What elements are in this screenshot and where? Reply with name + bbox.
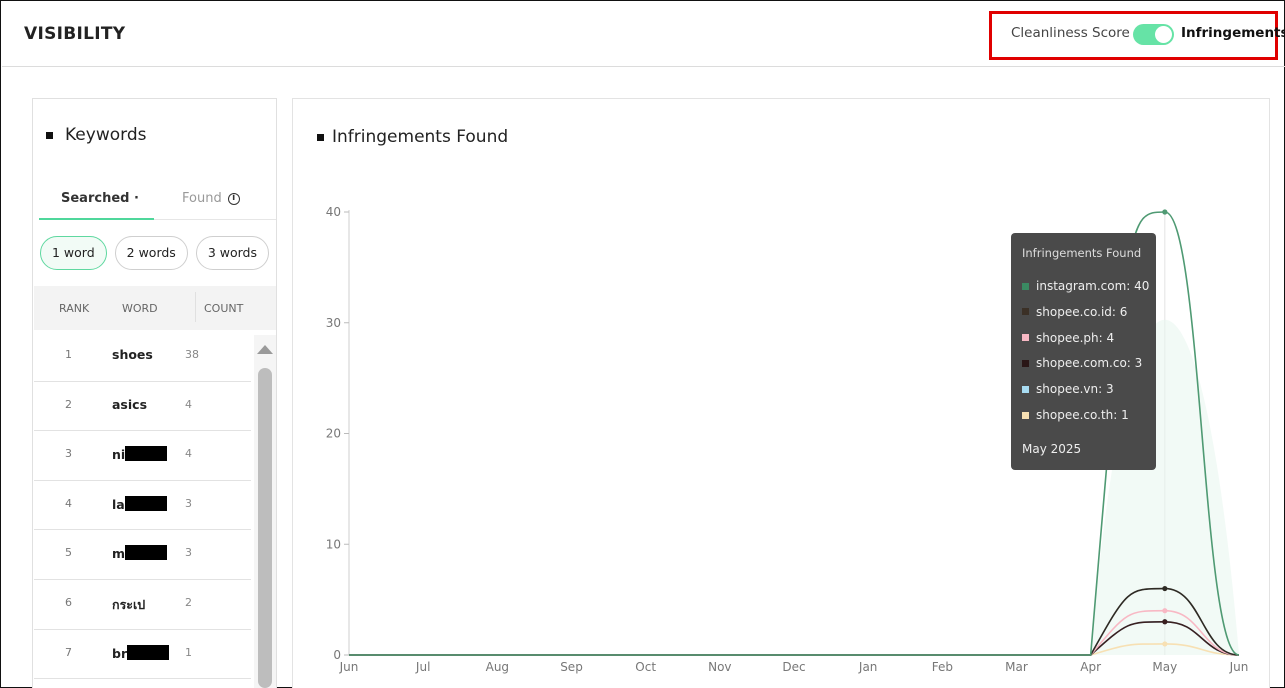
tooltip-item: instagram.com: 40 (1022, 279, 1149, 293)
tooltip-item-label: shopee.vn: 3 (1036, 382, 1114, 397)
series-point-instagram-com (1162, 209, 1168, 215)
x-tick-label: Feb (932, 660, 953, 674)
legend-swatch-icon (1022, 308, 1029, 316)
series-point-shopee-co-id (1162, 585, 1168, 592)
tooltip-item-label: shopee.co.th: 1 (1036, 408, 1129, 422)
x-tick-label: Apr (1080, 660, 1101, 674)
legend-swatch-icon (1022, 359, 1029, 367)
tooltip-item-label: shopee.co.id: 6 (1036, 304, 1128, 319)
tooltip-item: shopee.co.th: 1 (1022, 408, 1129, 422)
chart-tooltip: Infringements Found May 2025 instagram.c… (1011, 233, 1156, 470)
x-tick-label: Oct (635, 660, 656, 674)
y-tick-label: 40 (326, 205, 341, 219)
tooltip-item-label: instagram.com: 40 (1036, 279, 1150, 293)
legend-swatch-icon (1022, 411, 1029, 419)
series-point-shopee-ph (1162, 608, 1168, 614)
x-tick-label: Jun (1229, 660, 1249, 674)
tooltip-item: shopee.ph: 4 (1022, 331, 1114, 345)
y-tick-label: 30 (326, 316, 341, 330)
x-tick-label: Aug (486, 660, 509, 674)
tooltip-item: shopee.co.id: 6 (1022, 305, 1127, 319)
x-tick-label: Jul (415, 660, 430, 674)
x-tick-label: Dec (782, 660, 805, 674)
tooltip-item-label: shopee.ph: 4 (1036, 330, 1115, 345)
app-frame: VISIBILITY Cleanliness Score Infringemen… (0, 0, 1285, 688)
legend-swatch-icon (1022, 385, 1029, 393)
x-tick-label: Nov (708, 660, 731, 674)
x-tick-label: Jun (339, 660, 359, 674)
legend-swatch-icon (1022, 334, 1029, 342)
x-tick-label: Sep (560, 660, 583, 674)
series-point-shopee-com-co (1162, 619, 1168, 625)
tooltip-item: shopee.com.co: 3 (1022, 356, 1142, 370)
legend-swatch-icon (1022, 282, 1029, 290)
tooltip-title: Infringements Found (1022, 246, 1142, 260)
tooltip-item-label: shopee.com.co: 3 (1036, 356, 1143, 371)
series-point-shopee-co-th (1162, 641, 1168, 647)
x-tick-label: Mar (1005, 660, 1028, 674)
y-tick-label: 10 (326, 537, 341, 551)
y-tick-label: 20 (326, 427, 341, 441)
tooltip-item: shopee.vn: 3 (1022, 382, 1114, 396)
x-tick-label: May (1152, 660, 1177, 674)
tooltip-date: May 2025 (1022, 442, 1082, 456)
x-tick-label: Jan (858, 660, 878, 674)
